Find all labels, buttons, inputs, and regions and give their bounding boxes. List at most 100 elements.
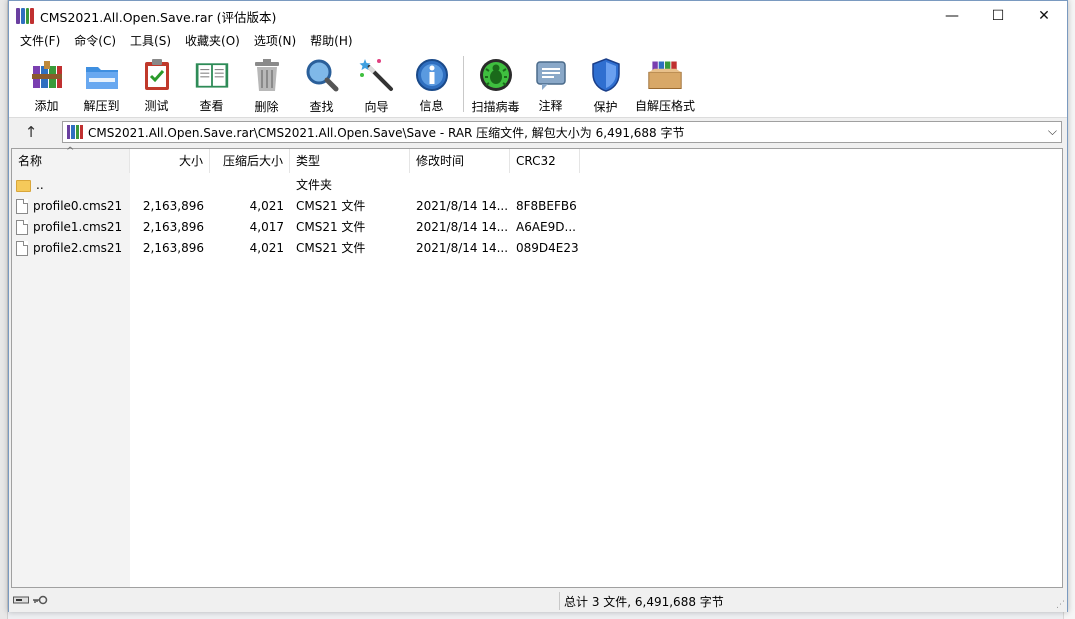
wizard-button[interactable]: 向导 bbox=[349, 52, 404, 114]
wizard-wand-icon bbox=[359, 57, 395, 93]
add-archive-icon bbox=[29, 57, 65, 92]
status-bar: 总计 3 文件, 6,491,688 字节 ⋰ bbox=[9, 590, 1067, 612]
menu-bar: 文件(F) 命令(C) 工具(S) 收藏夹(O) 选项(N) 帮助(H) bbox=[9, 31, 1067, 52]
chevron-down-icon[interactable]: ⌵ bbox=[1048, 124, 1057, 139]
extract-to-label: 解压到 bbox=[83, 99, 120, 113]
key-icon bbox=[33, 595, 48, 605]
view-label: 查看 bbox=[199, 99, 224, 113]
view-button[interactable]: 查看 bbox=[184, 52, 239, 114]
sfx-label: 自解压格式 bbox=[634, 99, 695, 113]
row-type: CMS21 文件 bbox=[296, 241, 366, 255]
add-button[interactable]: 添加 bbox=[19, 52, 74, 114]
desktop-background: CMS2021.All.Open.Save.rar (评估版本) — ☐ ✕ 文… bbox=[0, 0, 1075, 619]
row-size: 2,163,896 bbox=[142, 199, 204, 213]
column-header-type[interactable]: 类型 bbox=[290, 149, 410, 173]
row-crc bbox=[510, 175, 580, 196]
info-button[interactable]: 信息 bbox=[404, 52, 459, 114]
sfx-button[interactable]: 自解压格式 bbox=[633, 52, 697, 114]
wizard-label: 向导 bbox=[364, 100, 389, 114]
comment-icon bbox=[533, 57, 569, 92]
row-type: CMS21 文件 bbox=[296, 220, 366, 234]
row-name: .. bbox=[36, 178, 44, 192]
row-crc: 089D4E23 bbox=[516, 241, 579, 255]
virus-bug-icon bbox=[478, 57, 514, 93]
file-icon bbox=[16, 220, 28, 235]
info-icon bbox=[414, 57, 450, 92]
table-row[interactable]: profile0.cms21 2,163,896 4,021 CMS21 文件 … bbox=[12, 196, 1062, 217]
find-magnifier-icon bbox=[304, 57, 340, 93]
toolbar: 添加 解压到 测试 查看 删除 查找 向导 信息 扫描病毒 注释 保护 自解压格… bbox=[9, 52, 1067, 118]
row-type: 文件夹 bbox=[296, 178, 333, 192]
menu-tools[interactable]: 工具(S) bbox=[123, 31, 178, 52]
row-packed: 4,021 bbox=[249, 241, 284, 255]
table-row[interactable]: profile1.cms21 2,163,896 4,017 CMS21 文件 … bbox=[12, 217, 1062, 238]
status-separator bbox=[559, 592, 560, 610]
row-modified: 2021/8/14 14... bbox=[416, 220, 509, 234]
sfx-box-icon bbox=[647, 57, 683, 92]
extract-to-button[interactable]: 解压到 bbox=[74, 52, 129, 114]
info-label: 信息 bbox=[419, 99, 444, 113]
column-header-packed[interactable]: 压缩后大小 bbox=[210, 149, 290, 173]
protect-label: 保护 bbox=[593, 100, 618, 114]
row-name: profile0.cms21 bbox=[33, 199, 123, 213]
file-icon bbox=[16, 199, 28, 214]
resize-grip-icon[interactable]: ⋰ bbox=[1056, 600, 1065, 610]
row-packed bbox=[210, 175, 290, 196]
menu-commands[interactable]: 命令(C) bbox=[67, 31, 123, 52]
window-title: CMS2021.All.Open.Save.rar (评估版本) bbox=[40, 9, 277, 25]
row-modified: 2021/8/14 14... bbox=[416, 241, 509, 255]
column-header-modified[interactable]: 修改时间 bbox=[410, 149, 510, 173]
path-field[interactable]: CMS2021.All.Open.Save.rar\CMS2021.All.Op… bbox=[62, 121, 1062, 143]
menu-options[interactable]: 选项(N) bbox=[247, 31, 303, 52]
close-button[interactable]: ✕ bbox=[1021, 1, 1067, 31]
row-size bbox=[130, 175, 210, 196]
winrar-window: CMS2021.All.Open.Save.rar (评估版本) — ☐ ✕ 文… bbox=[8, 0, 1068, 612]
find-button[interactable]: 查找 bbox=[294, 52, 349, 114]
menu-file[interactable]: 文件(F) bbox=[13, 31, 67, 52]
test-clipboard-icon bbox=[139, 57, 175, 92]
column-header-crc[interactable]: CRC32 bbox=[510, 149, 580, 173]
path-text: CMS2021.All.Open.Save.rar\CMS2021.All.Op… bbox=[88, 125, 685, 140]
winrar-app-icon bbox=[16, 8, 34, 24]
minimize-button[interactable]: — bbox=[929, 1, 975, 31]
column-header-size[interactable]: 大小 bbox=[130, 149, 210, 173]
status-drive-icons bbox=[13, 595, 48, 605]
drive-icon bbox=[13, 596, 29, 604]
scan-virus-label: 扫描病毒 bbox=[471, 100, 520, 114]
extract-folder-icon bbox=[84, 57, 120, 92]
row-modified bbox=[410, 175, 510, 196]
menu-help[interactable]: 帮助(H) bbox=[303, 31, 359, 52]
scan-virus-button[interactable]: 扫描病毒 bbox=[468, 52, 523, 114]
find-label: 查找 bbox=[309, 100, 334, 114]
row-type: CMS21 文件 bbox=[296, 199, 366, 213]
arrow-up-icon: ↑ bbox=[24, 123, 38, 141]
title-bar[interactable]: CMS2021.All.Open.Save.rar (评估版本) — ☐ ✕ bbox=[9, 1, 1067, 31]
menu-favorites[interactable]: 收藏夹(O) bbox=[178, 31, 247, 52]
delete-button[interactable]: 删除 bbox=[239, 52, 294, 114]
protect-button[interactable]: 保护 bbox=[578, 52, 633, 114]
file-icon bbox=[16, 241, 28, 256]
maximize-button[interactable]: ☐ bbox=[975, 1, 1021, 31]
test-button[interactable]: 测试 bbox=[129, 52, 184, 114]
table-row[interactable]: profile2.cms21 2,163,896 4,021 CMS21 文件 … bbox=[12, 238, 1062, 259]
add-label: 添加 bbox=[34, 99, 59, 113]
comment-label: 注释 bbox=[538, 99, 563, 113]
background-window-left-edge bbox=[0, 0, 8, 619]
address-bar: ↑ CMS2021.All.Open.Save.rar\CMS2021.All.… bbox=[9, 118, 1067, 146]
sort-ascending-icon: ^ bbox=[66, 146, 75, 157]
row-packed: 4,021 bbox=[249, 199, 284, 213]
test-label: 测试 bbox=[144, 99, 169, 113]
row-name: profile2.cms21 bbox=[33, 241, 123, 255]
comment-button[interactable]: 注释 bbox=[523, 52, 578, 114]
up-one-level-button[interactable]: ↑ bbox=[9, 118, 53, 146]
table-row-parent[interactable]: .. 文件夹 bbox=[12, 175, 1062, 196]
column-header-name[interactable]: ^ 名称 bbox=[12, 146, 130, 173]
row-modified: 2021/8/14 14... bbox=[416, 199, 509, 213]
row-size: 2,163,896 bbox=[142, 220, 204, 234]
status-summary: 总计 3 文件, 6,491,688 字节 bbox=[564, 595, 724, 609]
delete-label: 删除 bbox=[254, 100, 279, 114]
file-list[interactable]: ^ 名称 大小 压缩后大小 类型 修改时间 CRC32 .. 文件夹 profi… bbox=[11, 146, 1063, 588]
row-crc: 8F8BEFB6 bbox=[516, 199, 577, 213]
row-packed: 4,017 bbox=[249, 220, 284, 234]
row-name: profile1.cms21 bbox=[33, 220, 123, 234]
